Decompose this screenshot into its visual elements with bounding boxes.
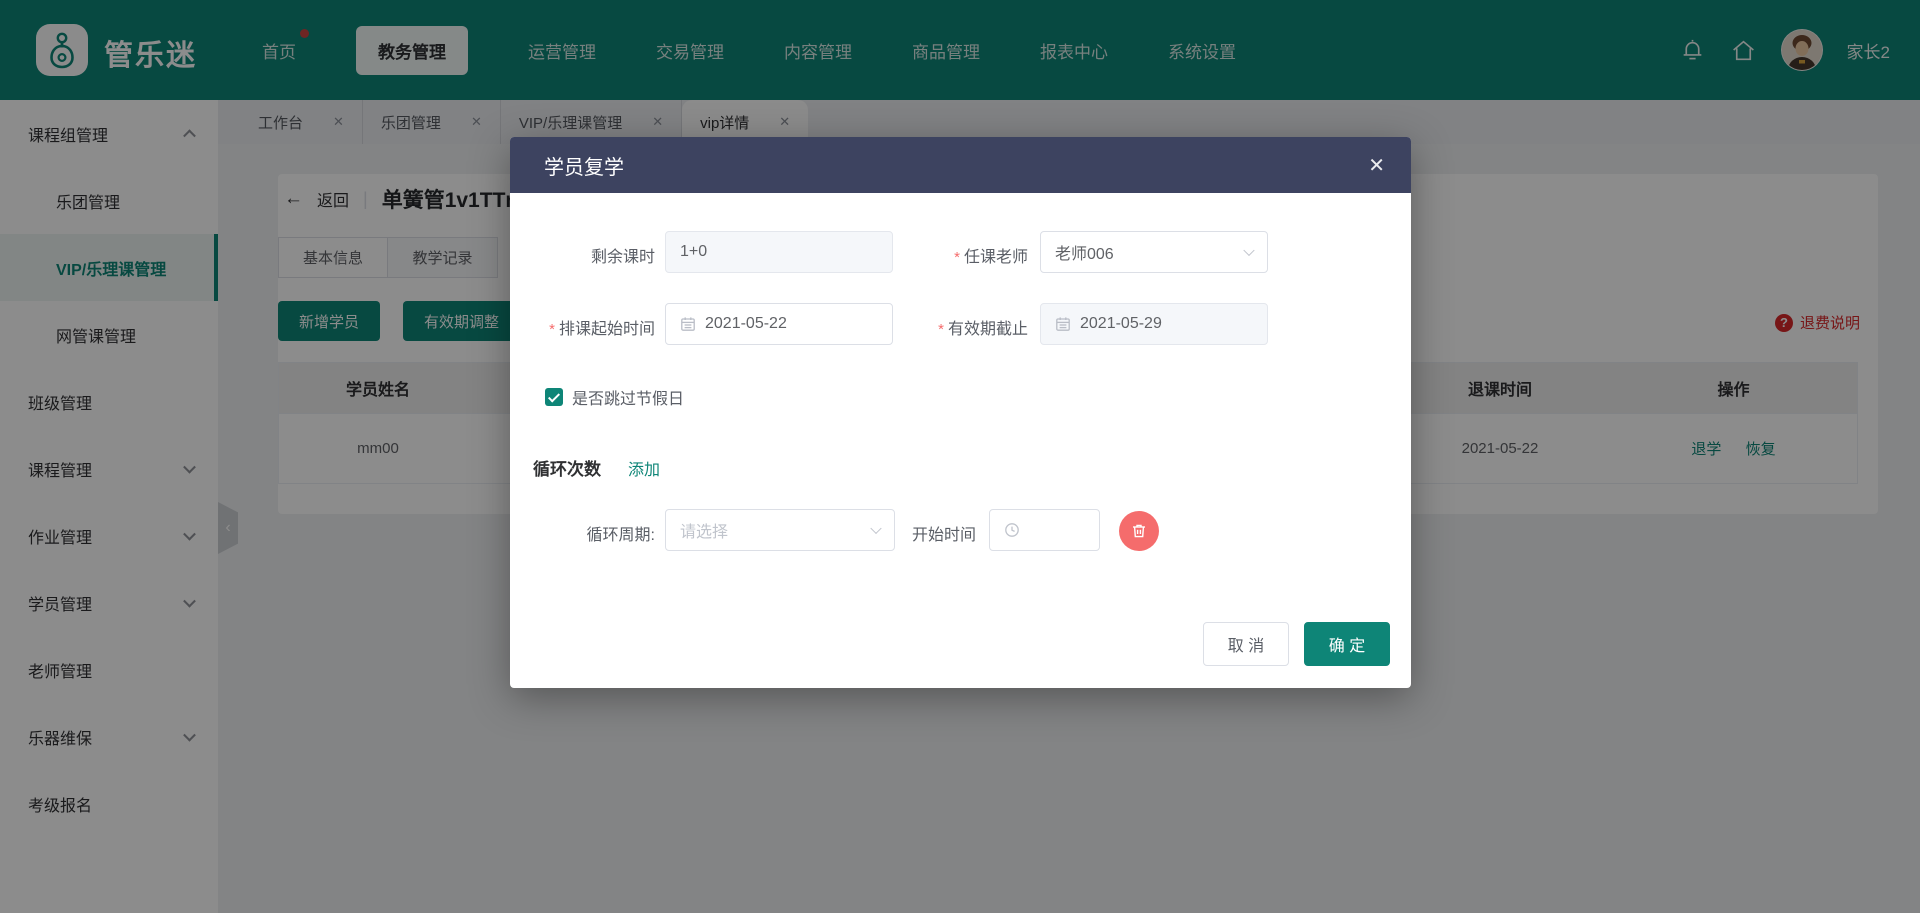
skip-holiday-checkbox[interactable] [545, 388, 563, 406]
clock-icon [1004, 522, 1020, 538]
required-mark: * [938, 321, 944, 338]
required-mark: * [954, 249, 960, 266]
add-cycle-link[interactable]: 添加 [628, 456, 660, 480]
dialog-header: 学员复学 ✕ [510, 137, 1411, 193]
start-time-picker[interactable] [989, 509, 1100, 551]
schedule-start-label: *排课起始时间 [549, 315, 655, 339]
confirm-button[interactable]: 确 定 [1304, 622, 1390, 666]
trash-icon [1130, 522, 1148, 540]
calendar-icon [680, 316, 696, 332]
schedule-start-date-picker[interactable]: 2021-05-22 [665, 303, 893, 345]
resume-study-dialog: 学员复学 ✕ 剩余课时 1+0 *任课老师 老师006 *排课起始时间 2021… [510, 137, 1411, 688]
required-mark: * [549, 321, 555, 338]
chevron-down-icon [1243, 245, 1254, 256]
remaining-hours-field: 1+0 [665, 231, 893, 273]
cycle-period-label: 循环周期: [587, 521, 655, 545]
valid-until-label: *有效期截止 [938, 315, 1028, 339]
dialog-title: 学员复学 [544, 151, 624, 180]
chevron-down-icon [870, 523, 881, 534]
calendar-icon [1055, 316, 1071, 332]
delete-cycle-button[interactable] [1119, 511, 1159, 551]
valid-until-date-picker: 2021-05-29 [1040, 303, 1268, 345]
teacher-label: *任课老师 [954, 243, 1028, 267]
close-dialog-icon[interactable]: ✕ [1368, 153, 1385, 178]
remaining-hours-label: 剩余课时 [591, 243, 655, 267]
skip-holiday-label: 是否跳过节假日 [572, 385, 684, 409]
teacher-select[interactable]: 老师006 [1040, 231, 1268, 273]
cancel-button[interactable]: 取 消 [1203, 622, 1289, 666]
cycle-count-title: 循环次数 [533, 455, 601, 480]
start-time-label: 开始时间 [912, 521, 976, 545]
skip-holiday-row: 是否跳过节假日 [545, 385, 684, 409]
cycle-period-select[interactable]: 请选择 [665, 509, 895, 551]
